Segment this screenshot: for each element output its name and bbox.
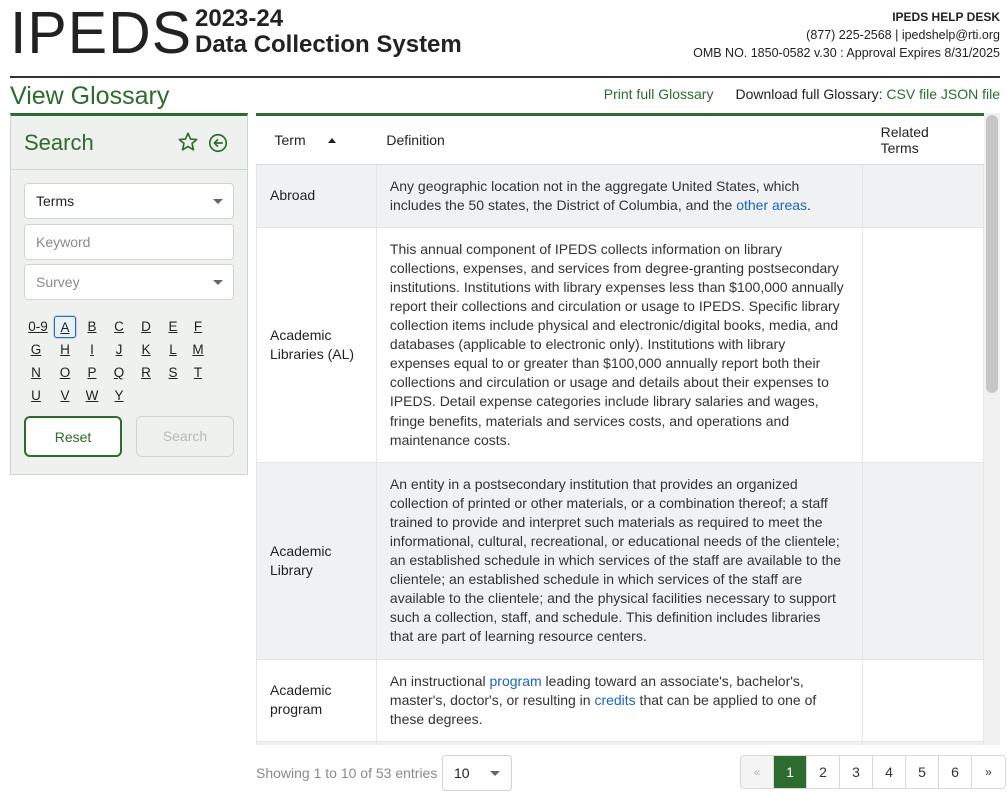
glossary-term-link[interactable]: other areas: [736, 197, 807, 213]
print-glossary-link[interactable]: Print full Glossary: [604, 86, 714, 102]
term-cell: Academic Library: [256, 461, 377, 660]
letter-filter-l[interactable]: L: [162, 339, 184, 361]
letter-filter-o[interactable]: O: [54, 362, 76, 384]
letter-filter-u[interactable]: U: [25, 385, 47, 407]
table-row: Abroad Any geographic location not in the…: [256, 163, 984, 228]
search-panel-title: Search: [24, 130, 94, 155]
glossary-download-links: Print full Glossary Download full Glossar…: [604, 86, 1000, 102]
table-row: Academic Library An entity in a postsecon…: [256, 461, 984, 660]
json-file-link[interactable]: JSON file: [941, 86, 1000, 102]
help-desk-title: IPEDS HELP DESK: [892, 10, 1000, 24]
star-icon[interactable]: [177, 131, 199, 153]
definition-cell: Any geographic location not in the aggre…: [375, 163, 864, 228]
search-panel: Search Terms Keyword Survey 0-9 A B C D E F G H I…: [10, 113, 248, 475]
glossary-table-container: Term Definition Related Terms Abroad Any …: [256, 113, 1000, 745]
collection-year: 2023-24: [195, 5, 284, 32]
table-scrollbar[interactable]: [984, 113, 1000, 745]
letter-filter-n[interactable]: N: [25, 362, 47, 384]
search-panel-header: Search: [11, 116, 247, 170]
letter-filter-k[interactable]: K: [135, 339, 157, 361]
letter-filter-b[interactable]: B: [81, 316, 103, 338]
letter-filter-p[interactable]: P: [81, 362, 103, 384]
survey-select[interactable]: Survey: [24, 264, 234, 300]
omb-number: OMB NO. 1850-0582 v.30 : Approval Expire…: [693, 46, 1000, 60]
definition-column-header: Definition: [376, 116, 863, 165]
letter-filter-c[interactable]: C: [108, 316, 130, 338]
chevron-down-icon: [213, 199, 223, 204]
letter-filter-j[interactable]: J: [108, 339, 130, 361]
search-type-select[interactable]: Terms: [24, 183, 234, 219]
definition-cell: This annual component of IPEDS collects …: [375, 226, 864, 463]
related-terms-cell: [862, 658, 984, 742]
term-cell: Academic rank: [256, 740, 377, 745]
next-page-button[interactable]: »: [972, 756, 1005, 788]
survey-placeholder: Survey: [36, 274, 80, 290]
letter-filter-a[interactable]: A: [54, 316, 76, 338]
search-type-value: Terms: [36, 193, 75, 209]
related-terms-cell: [862, 461, 984, 660]
previous-page-button[interactable]: «: [741, 756, 774, 788]
page-button-1[interactable]: 1: [774, 756, 807, 788]
table-row: Academic program An instructional program…: [256, 658, 984, 742]
letter-filter-g[interactable]: G: [25, 339, 47, 361]
system-name: Data Collection System: [195, 31, 462, 58]
page-button-4[interactable]: 4: [873, 756, 906, 788]
glossary-term-link[interactable]: credits: [594, 692, 635, 708]
page-size-value: 10: [454, 765, 470, 781]
letter-filter-f[interactable]: F: [187, 316, 209, 338]
entries-info: Showing 1 to 10 of 53 entries: [256, 765, 438, 781]
definition-cell: An instructional program leading toward …: [375, 658, 864, 742]
letter-filter-h[interactable]: H: [54, 339, 76, 361]
chevron-down-icon: [490, 771, 500, 776]
header-divider: [10, 76, 1000, 78]
page-title: View Glossary: [10, 82, 170, 110]
term-cell: Abroad: [256, 163, 377, 228]
term-column-header[interactable]: Term: [256, 116, 377, 165]
page-size-select[interactable]: 10: [442, 755, 512, 791]
ipeds-logo[interactable]: IPEDS: [10, 2, 192, 64]
page-button-5[interactable]: 5: [906, 756, 939, 788]
table-row: Academic Libraries (AL) This annual compo…: [256, 226, 984, 463]
glossary-table: Term Definition Related Terms Abroad Any …: [256, 116, 984, 745]
letter-filter-t[interactable]: T: [187, 362, 209, 384]
letter-filter-i[interactable]: I: [81, 339, 103, 361]
letter-filter-y[interactable]: Y: [108, 385, 130, 407]
letter-filter-m[interactable]: M: [187, 339, 209, 361]
related-terms-cell: [862, 226, 984, 463]
letter-filter-0-9[interactable]: 0-9: [25, 316, 51, 338]
table-row: Academic rankA status designated by the …: [256, 740, 984, 745]
letter-filter-v[interactable]: V: [54, 385, 76, 407]
definition-cell: A status designated by the institution a…: [375, 740, 864, 745]
sort-ascending-icon: [327, 137, 336, 143]
search-button[interactable]: Search: [136, 416, 234, 457]
related-terms-column-header: Related Terms: [862, 116, 984, 165]
glossary-term-link[interactable]: program: [490, 673, 542, 689]
letter-filter-d[interactable]: D: [135, 316, 157, 338]
csv-file-link[interactable]: CSV file: [886, 86, 937, 102]
page-button-2[interactable]: 2: [807, 756, 840, 788]
letter-filter-e[interactable]: E: [162, 316, 184, 338]
related-terms-cell: [862, 163, 984, 228]
page-button-6[interactable]: 6: [939, 756, 972, 788]
term-header-label: Term: [274, 131, 306, 148]
letter-filter-q[interactable]: Q: [108, 362, 130, 384]
help-desk-contact: (877) 225-2568 | ipedshelp@rti.org: [806, 28, 1000, 42]
letter-filter-r[interactable]: R: [135, 362, 157, 384]
download-label: Download full Glossary:: [735, 86, 883, 102]
pagination: «1 2 3 4 5 6»: [740, 755, 1006, 789]
term-cell: Academic program: [256, 658, 377, 742]
collapse-panel-icon[interactable]: [207, 132, 229, 154]
scrollbar-thumb[interactable]: [986, 115, 998, 393]
letter-filter-s[interactable]: S: [162, 362, 184, 384]
reset-button[interactable]: Reset: [24, 416, 122, 457]
keyword-input[interactable]: Keyword: [24, 224, 234, 260]
chevron-down-icon: [213, 280, 223, 285]
definition-cell: An entity in a postsecondary institution…: [375, 461, 864, 660]
help-desk-info: IPEDS HELP DESK (877) 225-2568 | ipedshe…: [693, 8, 1000, 62]
page-button-3[interactable]: 3: [840, 756, 873, 788]
letter-filter-w[interactable]: W: [81, 385, 103, 407]
term-cell: Academic Libraries (AL): [256, 226, 377, 463]
related-terms-cell: [862, 740, 984, 745]
